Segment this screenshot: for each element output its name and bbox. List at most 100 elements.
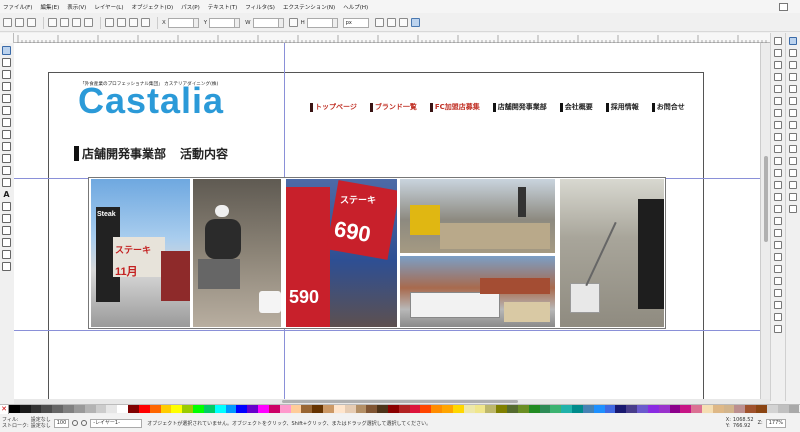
unit-select[interactable]: px [342, 17, 369, 28]
no-paint-swatch[interactable]: ✕ [0, 405, 9, 414]
h-spinner[interactable] [332, 17, 338, 28]
y-spinner[interactable] [235, 17, 241, 28]
rotate-ccw-icon[interactable] [48, 18, 57, 27]
text-tool-icon[interactable]: A [2, 190, 11, 199]
color-swatch[interactable] [366, 405, 378, 413]
open-icon[interactable] [774, 49, 782, 57]
fill-stroke-values[interactable]: 設定なし 設定なし [31, 417, 51, 429]
color-swatch[interactable] [604, 405, 616, 413]
menu-filter[interactable]: フィルタ(S) [245, 3, 275, 11]
snap-bbox-icon[interactable] [789, 49, 797, 57]
xml-editor-icon[interactable] [774, 301, 782, 309]
cut-icon[interactable] [774, 145, 782, 153]
scale-stroke-icon[interactable] [374, 18, 384, 27]
select-all-layers-icon[interactable] [15, 18, 24, 27]
color-swatch[interactable] [106, 405, 118, 413]
menu-text[interactable]: テキスト(T) [208, 3, 238, 11]
color-swatch[interactable] [582, 405, 594, 413]
calligraphy-tool-icon[interactable] [2, 178, 11, 187]
color-swatch[interactable] [431, 405, 443, 413]
color-swatch[interactable] [496, 405, 508, 413]
photo-steak-storefront[interactable]: Steak ステーキ 11月 [91, 179, 190, 327]
color-swatch[interactable] [409, 405, 421, 413]
move-patterns-icon[interactable] [410, 18, 420, 27]
color-swatch[interactable] [73, 405, 85, 413]
photo-worker-kneeling[interactable] [193, 179, 281, 327]
menu-path[interactable]: パス(P) [181, 3, 200, 11]
x-field[interactable]: X [162, 17, 199, 28]
color-swatch[interactable] [84, 405, 96, 413]
color-swatch[interactable] [333, 405, 345, 413]
section-heading[interactable]: 店舗開発事業部 活動内容 [74, 145, 228, 162]
color-swatch[interactable] [30, 405, 42, 413]
paste-icon[interactable] [774, 157, 782, 165]
zoom-drawing-icon[interactable] [774, 181, 782, 189]
color-swatch[interactable] [377, 405, 388, 413]
photo-excavator[interactable] [400, 179, 555, 253]
pencil-tool-icon[interactable] [2, 154, 11, 163]
color-swatch[interactable] [777, 405, 789, 413]
undo-icon[interactable] [774, 109, 782, 117]
snap-rotation-center-icon[interactable] [789, 169, 797, 177]
color-swatch[interactable] [138, 405, 150, 413]
move-gradients-icon[interactable] [398, 18, 408, 27]
color-swatch[interactable] [387, 405, 399, 413]
menu-view[interactable]: 表示(V) [67, 3, 86, 11]
color-swatch[interactable] [572, 405, 583, 413]
guide-horizontal[interactable] [14, 330, 770, 331]
zoom-field[interactable]: 177% [765, 418, 786, 428]
menu-file[interactable]: ファイル(F) [3, 3, 32, 11]
photo-worker-drain[interactable] [560, 179, 664, 327]
spray-tool-icon[interactable] [2, 202, 11, 211]
w-spinner[interactable] [278, 17, 284, 28]
node-tool-icon[interactable] [2, 58, 11, 67]
export-icon[interactable] [774, 97, 782, 105]
x-spinner[interactable] [193, 17, 199, 28]
color-swatch[interactable] [658, 405, 670, 413]
color-swatch[interactable] [734, 405, 746, 413]
lower-to-bottom-icon[interactable] [141, 18, 150, 27]
duplicate-icon[interactable] [774, 205, 782, 213]
lower-icon[interactable] [129, 18, 138, 27]
align-icon[interactable] [774, 313, 782, 321]
color-swatch[interactable] [788, 405, 800, 413]
text-font-icon[interactable] [774, 277, 782, 285]
import-icon[interactable] [774, 85, 782, 93]
color-swatch[interactable] [117, 405, 129, 413]
clone-icon[interactable] [774, 217, 782, 225]
color-swatch[interactable] [420, 405, 432, 413]
unlink-clone-icon[interactable] [774, 229, 782, 237]
fill-stroke-icon[interactable] [774, 265, 782, 273]
color-swatch[interactable] [171, 405, 183, 413]
color-swatch[interactable] [52, 405, 64, 413]
color-swatch[interactable] [669, 405, 681, 413]
color-swatch[interactable] [95, 405, 107, 413]
snap-smooth-icon[interactable] [789, 133, 797, 141]
redo-icon[interactable] [774, 121, 782, 129]
color-swatch[interactable] [723, 405, 735, 413]
snap-nodes-icon[interactable] [789, 85, 797, 93]
color-swatch[interactable] [517, 405, 529, 413]
color-swatch[interactable] [528, 405, 540, 413]
ungroup-icon[interactable] [774, 253, 782, 261]
color-swatch[interactable] [626, 405, 638, 413]
eraser-tool-icon[interactable] [2, 214, 11, 223]
menu-object[interactable]: オブジェクト(O) [132, 3, 174, 11]
color-swatch[interactable] [279, 405, 291, 413]
zoom-page-icon[interactable] [774, 193, 782, 201]
x-input[interactable] [167, 17, 194, 28]
color-swatch[interactable] [561, 405, 573, 413]
scale-corners-icon[interactable] [386, 18, 396, 27]
spiral-tool-icon[interactable] [2, 142, 11, 151]
color-swatch[interactable] [647, 405, 659, 413]
tweak-tool-icon[interactable] [2, 70, 11, 79]
copy-icon[interactable] [774, 133, 782, 141]
color-swatch[interactable] [19, 405, 31, 413]
color-swatch[interactable] [128, 405, 139, 413]
color-swatch[interactable] [63, 405, 74, 413]
color-swatch[interactable] [203, 405, 215, 413]
color-swatch[interactable] [691, 405, 702, 413]
group-icon[interactable] [774, 241, 782, 249]
color-swatch[interactable] [225, 405, 237, 413]
dropper-tool-icon[interactable] [2, 250, 11, 259]
